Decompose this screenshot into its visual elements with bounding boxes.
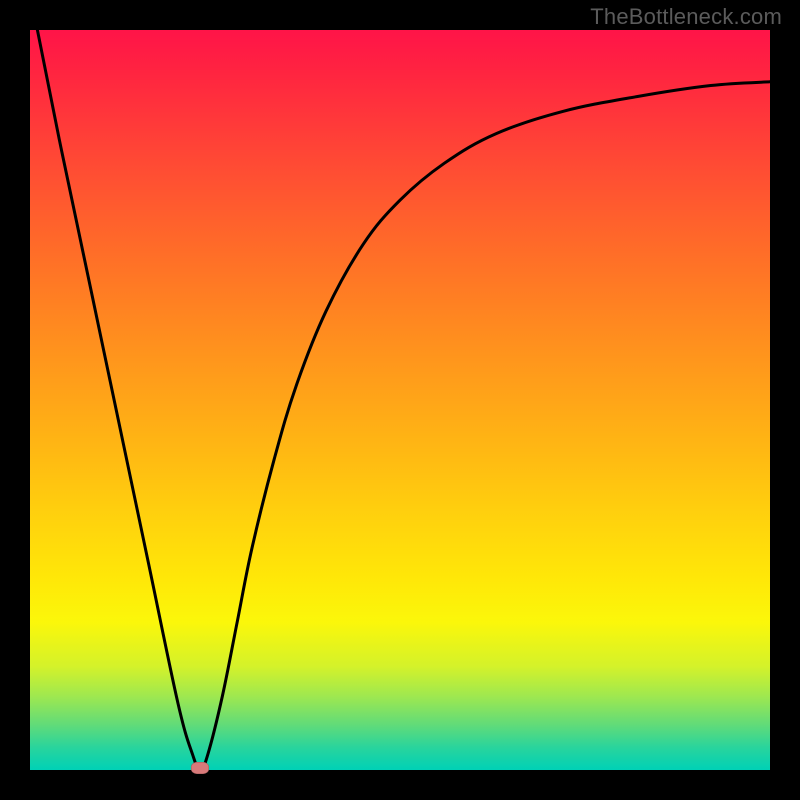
watermark-text: TheBottleneck.com [590,4,782,30]
plot-area [30,30,770,770]
curve-svg [30,30,770,770]
chart-frame: TheBottleneck.com [0,0,800,800]
bottleneck-curve-path [37,30,770,770]
optimum-marker [191,762,209,774]
